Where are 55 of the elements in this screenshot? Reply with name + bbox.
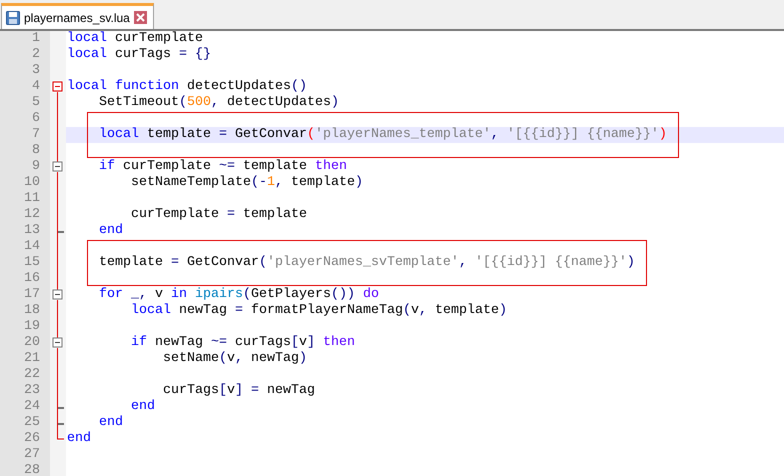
code-line: local curTags = {} [67,47,211,62]
line-number: 19 [23,319,41,335]
code-line: end [98,415,123,430]
line-number: 28 [23,463,41,476]
line-number: 10 [23,175,41,191]
line-number: 3 [31,63,41,79]
code-line: local template = GetConvar('playerNames_template', '[{{id}}] {{name}}') [98,127,667,142]
close-icon[interactable] [134,11,147,24]
code-line: local function detectUpdates() [67,79,307,94]
line-number: 27 [23,447,41,463]
line-number: 23 [23,383,41,399]
fold-minus-icon[interactable] [52,162,62,172]
line-number: 24 [23,399,41,415]
line-number: 18 [23,303,41,319]
line-number: 25 [23,415,41,431]
line-number: 13 [23,223,41,239]
fold-minus-icon[interactable] [52,82,62,92]
line-number: 17 [23,287,41,303]
tab-label: playernames_sv.lua [24,10,130,26]
line-number: 16 [23,271,41,287]
line-number: 4 [31,79,41,95]
line-number: 21 [23,351,41,367]
fold-minus-icon[interactable] [52,290,62,300]
fold-guide-line [57,92,58,162]
code-line: SetTimeout(500, detectUpdates) [98,95,339,110]
line-number: 20 [23,335,41,351]
file-tab[interactable]: playernames_sv.lua [1,3,154,29]
line-number: 22 [23,367,41,383]
line-number: 14 [23,239,41,255]
line-number: 7 [31,127,41,143]
line-number: 5 [31,95,41,111]
code-line: end [130,399,155,414]
line-number: 2 [31,47,41,63]
line-number: 11 [23,191,41,207]
code-line: local newTag = formatPlayerNameTag(v, template) [130,303,507,318]
line-number: 6 [31,111,41,127]
code-line: if newTag ~= curTags[v] then [130,335,355,350]
code-line: end [98,223,123,238]
line-number: 15 [23,255,41,271]
code-line: curTemplate = template [130,207,307,222]
fold-minus-icon[interactable] [52,338,62,348]
code-line: setNameTemplate(-1, template) [130,175,363,190]
line-number: 12 [23,207,41,223]
line-number: 1 [31,31,41,47]
code-line: end [67,431,91,446]
line-number: 9 [31,159,41,175]
code-line: setName(v, newTag) [162,351,307,366]
line-number: 26 [23,431,41,447]
fold-guide-line [57,300,58,338]
code-line: curTags[v] = newTag [162,383,315,398]
code-line: if curTemplate ~= template then [98,159,347,174]
code-line: for _, v in ipairs(GetPlayers()) do [98,287,379,302]
line-number: 8 [31,143,41,159]
code-line: local curTemplate [67,31,203,46]
code-line: template = GetConvar('playerNames_svTemplate', '[{{id}}] {{name}}') [98,255,635,270]
